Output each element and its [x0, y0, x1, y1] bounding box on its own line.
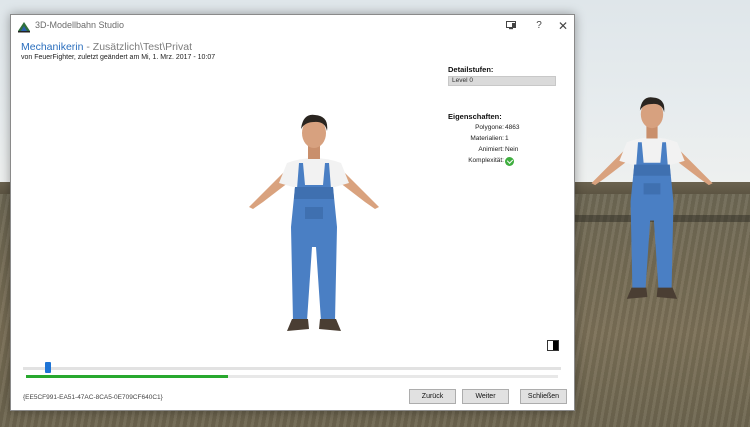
materials-value: 1: [505, 135, 509, 142]
scene-character: [591, 97, 713, 299]
load-progress-bar: [26, 375, 558, 378]
animated-label: Animiert:: [478, 146, 504, 153]
model-id: {EE5CF991-EA51-47AC-8CA5-0E709CF640C1}: [23, 394, 163, 401]
prop-materials: Materialien: 1: [448, 135, 566, 145]
back-button[interactable]: Zurück: [409, 389, 456, 404]
prop-animated: Animiert: Nein: [448, 146, 566, 156]
prop-complexity: Komplexität:: [448, 157, 566, 167]
properties-title: Eigenschaften:: [448, 112, 502, 121]
complexity-label: Komplexität:: [468, 157, 504, 164]
zoom-slider-thumb[interactable]: [44, 362, 51, 373]
model-byline: von FeuerFighter, zuletzt geändert am Mi…: [21, 54, 216, 61]
load-progress-fill: [26, 375, 229, 378]
detail-levels-title: Detailstufen:: [448, 65, 494, 74]
model-preview[interactable]: [239, 107, 389, 343]
app-logo-icon: [17, 19, 31, 33]
animated-value: Nein: [505, 146, 519, 153]
title-bar: 3D-Modellbahn Studio ? ✕: [11, 15, 574, 37]
model-dialog: 3D-Modellbahn Studio ? ✕ Mechanikerin - …: [10, 14, 575, 411]
polygons-label: Polygone:: [475, 124, 504, 131]
close-button[interactable]: Schließen: [520, 389, 567, 404]
window-title: 3D-Modellbahn Studio: [35, 20, 125, 30]
monitor-icon[interactable]: [503, 18, 519, 34]
help-button[interactable]: ?: [531, 18, 547, 34]
window-close-button[interactable]: ✕: [555, 18, 571, 34]
zoom-slider-track[interactable]: [23, 367, 561, 370]
background-toggle-icon[interactable]: [547, 340, 559, 351]
detail-level-item[interactable]: Level 0: [448, 76, 556, 86]
materials-label: Materialien:: [470, 135, 504, 142]
prop-polygons: Polygone: 4863: [448, 124, 566, 134]
model-heading: Mechanikerin - Zusätzlich\Test\Privat: [21, 41, 192, 53]
polygons-value: 4863: [505, 124, 520, 131]
model-name: Mechanikerin: [21, 41, 84, 53]
ok-check-icon: [505, 157, 514, 166]
model-path: - Zusätzlich\Test\Privat: [83, 41, 192, 53]
next-button[interactable]: Weiter: [462, 389, 509, 404]
